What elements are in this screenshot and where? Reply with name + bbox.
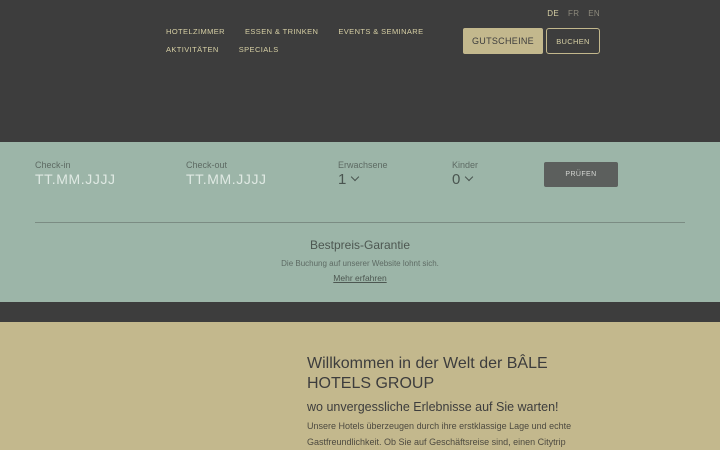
section-separator: [0, 302, 720, 322]
main-nav: HOTELZIMMER ESSEN & TRINKEN EVENTS & SEM…: [166, 27, 456, 55]
checkout-input[interactable]: TT.MM.JJJJ: [186, 171, 267, 187]
children-value: 0: [452, 171, 461, 188]
lang-fr[interactable]: FR: [568, 9, 579, 18]
checkout-label: Check-out: [186, 160, 228, 170]
guarantee-title: Bestpreis-Garantie: [309, 238, 411, 252]
adults-select[interactable]: Erwachsene 1: [338, 160, 388, 189]
welcome-title: Willkommen in der Welt der BÂLE HOTELS G…: [307, 355, 548, 392]
chevron-down-icon: [351, 172, 360, 182]
booking-widget: Check-in TT.MM.JJJJ Check-out TT.MM.JJJJ…: [0, 142, 720, 302]
book-button[interactable]: BUCHEN: [546, 28, 600, 54]
welcome-body: Unsere Hotels überzeugen durch ihre erst…: [307, 421, 572, 447]
guarantee-text: Die Buchung auf unserer Website lohnt si…: [281, 259, 439, 268]
welcome-section: Willkommen in der Welt der BÂLE HOTELS G…: [0, 322, 720, 450]
nav-item-aktivitaeten[interactable]: AKTIVITÄTEN: [166, 45, 219, 55]
nav-item-essen-trinken[interactable]: ESSEN & TRINKEN: [245, 27, 318, 37]
children-select[interactable]: Kinder 0: [452, 160, 478, 189]
checkin-label: Check-in: [35, 160, 71, 170]
welcome-subtitle: wo unvergessliche Erlebnisse auf Sie war…: [307, 400, 559, 414]
checkout-field[interactable]: Check-out TT.MM.JJJJ: [186, 160, 267, 187]
adults-value: 1: [338, 171, 347, 188]
welcome-content: Willkommen in der Welt der BÂLE HOTELS G…: [307, 354, 607, 450]
checkin-field[interactable]: Check-in TT.MM.JJJJ: [35, 160, 116, 187]
nav-item-specials[interactable]: SPECIALS: [239, 45, 279, 55]
language-switcher: DE FR EN: [547, 9, 600, 18]
divider: [35, 222, 685, 223]
lang-de[interactable]: DE: [547, 9, 559, 18]
chevron-down-icon: [465, 172, 474, 182]
vouchers-button[interactable]: GUTSCHEINE: [463, 28, 543, 54]
best-price-guarantee: Bestpreis-Garantie Die Buchung auf unser…: [0, 238, 720, 286]
checkin-input[interactable]: TT.MM.JJJJ: [35, 171, 116, 187]
children-label: Kinder: [452, 160, 479, 170]
nav-item-events-seminare[interactable]: EVENTS & SEMINARE: [338, 27, 423, 37]
adults-label: Erwachsene: [338, 160, 388, 170]
nav-item-hotelzimmer[interactable]: HOTELZIMMER: [166, 27, 225, 37]
learn-more-link[interactable]: Mehr erfahren: [333, 273, 386, 283]
lang-en[interactable]: EN: [588, 9, 600, 18]
check-availability-button[interactable]: PRÜFEN: [544, 162, 618, 187]
site-header: DE FR EN HOTELZIMMER ESSEN & TRINKEN EVE…: [0, 0, 720, 142]
